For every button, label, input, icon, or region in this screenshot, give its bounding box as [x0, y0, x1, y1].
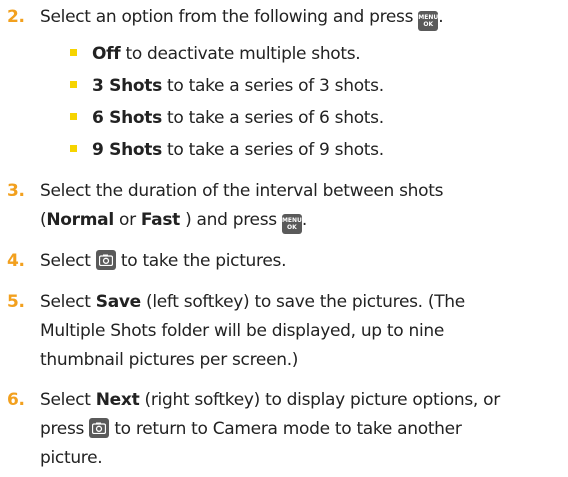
- option-9-shots: 9 Shots to take a series of 9 shots.: [70, 138, 384, 163]
- step-6: 6. Select Next (right softkey) to display…: [7, 388, 500, 413]
- menu-ok-key-icon: MENU OK: [418, 11, 439, 31]
- step-number: 5.: [7, 292, 25, 312]
- menu-ok-key-icon: MENU OK: [281, 214, 302, 234]
- step-number: 3.: [7, 181, 25, 201]
- manual-page: 2. Select an option from the following an…: [0, 0, 568, 477]
- bullet-square: [70, 112, 77, 120]
- option-off: Off to deactivate multiple shots.: [70, 42, 361, 67]
- camera-key-icon: [95, 250, 116, 270]
- bullet-square: [70, 80, 77, 88]
- step-5-line-3: thumbnail pictures per screen.): [40, 350, 299, 370]
- step-4: 4. Select to take the pictures.: [7, 249, 286, 274]
- bullet-square: [70, 144, 77, 152]
- step-6-line-3: picture.: [40, 448, 103, 468]
- step-3: 3. Select the duration of the interval be…: [7, 179, 443, 204]
- step-5: 5. Select Save (left softkey) to save the…: [7, 290, 465, 315]
- option-6-shots: 6 Shots to take a series of 6 shots.: [70, 106, 384, 131]
- step-number: 4.: [7, 251, 25, 271]
- camera-key-icon: [89, 418, 110, 438]
- step-text: Select an option from the following and …: [40, 7, 414, 27]
- step-number: 2.: [7, 7, 25, 27]
- step-6-line-2: press to return to Camera mode to take a…: [40, 418, 462, 439]
- step-2: 2. Select an option from the following an…: [7, 5, 444, 31]
- step-3-cont: (Normal or Fast ) and press MENU OK.: [7, 208, 307, 234]
- step-5-line-2: Multiple Shots folder will be displayed,…: [40, 321, 444, 341]
- option-3-shots: 3 Shots to take a series of 3 shots.: [70, 74, 384, 99]
- step-number: 6.: [7, 390, 25, 410]
- bullet-square: [70, 48, 77, 56]
